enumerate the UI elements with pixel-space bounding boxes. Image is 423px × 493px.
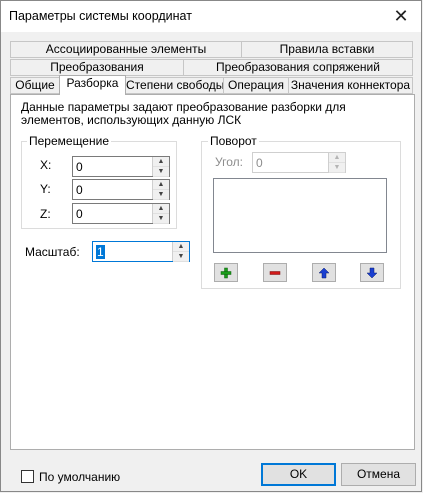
tab-operation[interactable]: Операция bbox=[223, 77, 289, 94]
default-checkbox[interactable] bbox=[21, 470, 34, 483]
arrow-up-icon bbox=[318, 267, 330, 278]
spin-up-icon[interactable]: ▲ bbox=[153, 157, 169, 167]
window-title: Параметры системы координат bbox=[9, 9, 192, 23]
spin-down-icon[interactable]: ▼ bbox=[173, 252, 189, 262]
scale-label: Масштаб: bbox=[25, 245, 80, 259]
angle-value: 0 bbox=[256, 156, 263, 170]
angle-label: Угол: bbox=[215, 155, 243, 169]
dialog-window: Параметры системы координат ✕ Ассоцииров… bbox=[0, 0, 422, 492]
close-button[interactable]: ✕ bbox=[381, 1, 421, 32]
spin-up-icon[interactable]: ▲ bbox=[153, 180, 169, 190]
rotation-group-title: Поворот bbox=[208, 134, 259, 148]
z-label: Z: bbox=[40, 207, 51, 221]
plus-icon bbox=[220, 267, 232, 278]
tab-general[interactable]: Общие bbox=[10, 77, 60, 94]
cancel-button[interactable]: Отмена bbox=[341, 463, 416, 486]
z-value: 0 bbox=[76, 207, 83, 221]
z-spinbox[interactable]: 0 ▲ ▼ bbox=[72, 203, 170, 224]
x-value: 0 bbox=[76, 160, 83, 174]
add-rotation-button[interactable] bbox=[214, 263, 238, 282]
spin-up-icon[interactable]: ▲ bbox=[329, 153, 345, 163]
spin-down-icon[interactable]: ▼ bbox=[153, 214, 169, 224]
scale-spinbox[interactable]: 1 ▲ ▼ bbox=[92, 241, 190, 262]
x-spinbox[interactable]: 0 ▲ ▼ bbox=[72, 156, 170, 177]
description-text: Данные параметры задают преобразование р… bbox=[21, 100, 346, 127]
x-label: X: bbox=[40, 158, 52, 172]
remove-rotation-button[interactable] bbox=[263, 263, 287, 282]
y-value: 0 bbox=[76, 183, 83, 197]
minus-icon bbox=[269, 270, 281, 275]
y-label: Y: bbox=[40, 182, 51, 196]
y-spinbox[interactable]: 0 ▲ ▼ bbox=[72, 179, 170, 200]
default-checkbox-label[interactable]: По умолчанию bbox=[39, 470, 120, 484]
tab-transformations[interactable]: Преобразования bbox=[10, 59, 184, 76]
tab-explode[interactable]: Разборка bbox=[59, 75, 126, 95]
spin-down-icon[interactable]: ▼ bbox=[153, 190, 169, 200]
tab-mate-transformations[interactable]: Преобразования сопряжений bbox=[183, 59, 413, 76]
tab-insert-rules[interactable]: Правила вставки bbox=[241, 41, 413, 58]
arrow-down-icon bbox=[366, 267, 378, 278]
rotation-list[interactable] bbox=[213, 178, 387, 253]
tab-connector-values[interactable]: Значения коннектора bbox=[288, 77, 413, 94]
spin-down-icon[interactable]: ▼ bbox=[329, 163, 345, 173]
spin-down-icon[interactable]: ▼ bbox=[153, 167, 169, 177]
scale-value: 1 bbox=[96, 245, 105, 259]
title-bar: Параметры системы координат ✕ bbox=[1, 1, 421, 32]
move-group-title: Перемещение bbox=[27, 134, 111, 148]
spin-up-icon[interactable]: ▲ bbox=[173, 242, 189, 252]
tab-degrees-of-freedom[interactable]: Степени свободы bbox=[125, 77, 224, 94]
move-down-button[interactable] bbox=[360, 263, 384, 282]
angle-spinbox[interactable]: 0 ▲ ▼ bbox=[252, 152, 346, 173]
tab-associated-elements[interactable]: Ассоциированные элементы bbox=[10, 41, 242, 58]
spin-up-icon[interactable]: ▲ bbox=[153, 204, 169, 214]
close-icon: ✕ bbox=[393, 6, 409, 26]
move-up-button[interactable] bbox=[312, 263, 336, 282]
ok-button[interactable]: OK bbox=[261, 463, 336, 486]
